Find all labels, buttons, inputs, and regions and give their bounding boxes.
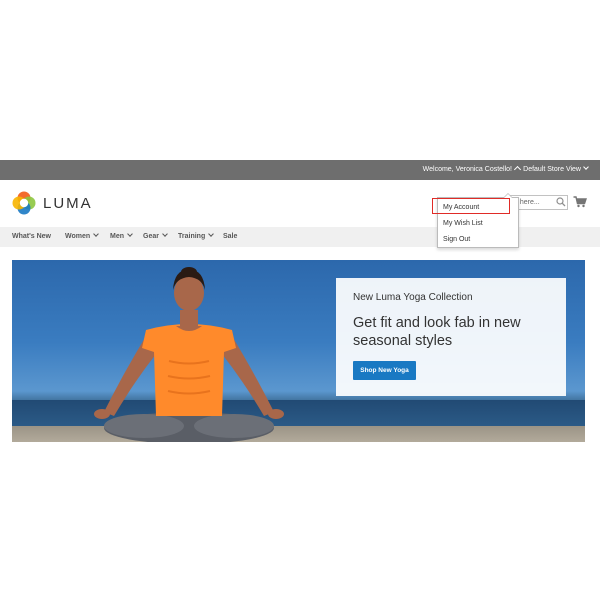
- nav-label: Women: [65, 233, 91, 240]
- page-header: LUMA e here... My Account My Wish List S…: [0, 180, 600, 248]
- nav-item-sale[interactable]: Sale: [223, 233, 237, 240]
- welcome-text: Welcome, Veronica Costello!: [422, 166, 512, 173]
- nav-item-men[interactable]: Men: [110, 231, 133, 240]
- cart-icon[interactable]: [573, 196, 587, 208]
- menu-item-sign-out[interactable]: Sign Out: [443, 236, 470, 243]
- search-icon[interactable]: [556, 197, 566, 207]
- luma-logo-icon: [12, 191, 36, 215]
- chevron-down-icon: [208, 231, 215, 237]
- hero-banner[interactable]: New Luma Yoga Collection Get fit and loo…: [12, 260, 585, 442]
- menu-item-my-wish-list[interactable]: My Wish List: [443, 220, 483, 227]
- promo-block: New Luma Yoga Collection Get fit and loo…: [336, 278, 566, 396]
- promo-subtitle: New Luma Yoga Collection: [353, 292, 473, 303]
- my-account-highlight-box: [432, 198, 510, 214]
- nav-item-gear[interactable]: Gear: [143, 231, 168, 240]
- chevron-down-icon: [93, 231, 99, 237]
- page-frame: Welcome, Veronica Costello! Default Stor…: [0, 160, 600, 442]
- chevron-down-icon: [127, 231, 133, 237]
- chevron-down-icon: [162, 231, 168, 237]
- nav-label: What's New: [12, 233, 52, 240]
- shop-new-yoga-button[interactable]: Shop New Yoga: [353, 361, 416, 380]
- customer-welcome-toggle[interactable]: Welcome, Veronica Costello!: [422, 165, 522, 174]
- nav-label: Gear: [143, 233, 159, 240]
- nav-item-women[interactable]: Women: [65, 231, 99, 240]
- promo-title: Get fit and look fab in new seasonal sty…: [353, 315, 521, 349]
- nav-item-whats-new[interactable]: What's New: [12, 233, 51, 240]
- nav-label: Men: [110, 233, 124, 240]
- nav-label: Sale: [223, 233, 238, 240]
- logo-link[interactable]: LUMA: [12, 190, 93, 216]
- store-switcher[interactable]: Default Store View: [523, 164, 589, 173]
- nav-label: Training: [178, 233, 206, 240]
- store-view-label: Default Store View: [523, 166, 581, 173]
- nav-item-training[interactable]: Training: [178, 231, 215, 240]
- logo-text: LUMA: [43, 194, 93, 212]
- chevron-up-icon: [513, 165, 522, 174]
- yoga-woman-image: [94, 267, 284, 442]
- panel-header: Welcome, Veronica Costello! Default Stor…: [0, 160, 600, 180]
- chevron-down-icon: [583, 164, 589, 170]
